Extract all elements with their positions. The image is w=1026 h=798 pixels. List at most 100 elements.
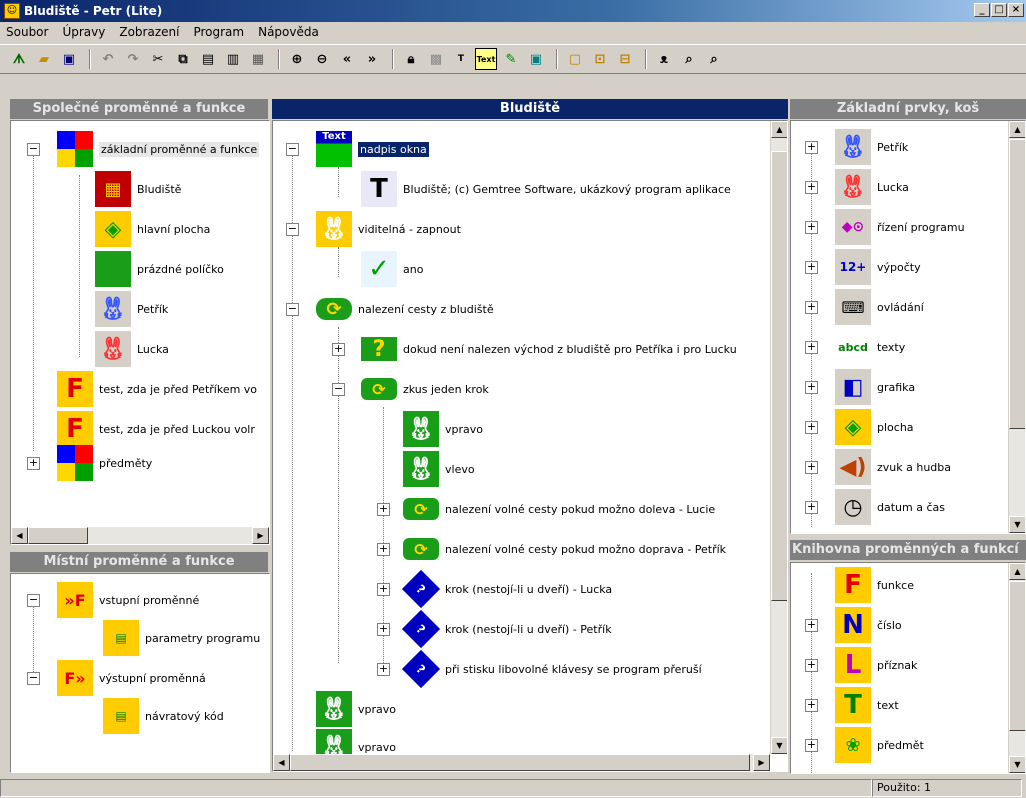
maximize-button[interactable]: □ bbox=[991, 3, 1007, 17]
right-bottom-header[interactable]: Knihovna proměnných a funkcí bbox=[790, 540, 1026, 560]
tree-item[interactable]: test, zda je před Petříkem vo bbox=[99, 383, 257, 396]
tree-item[interactable]: vpravo bbox=[358, 703, 396, 716]
tree-item[interactable]: nalezení cesty z bludiště bbox=[358, 303, 494, 316]
back-icon[interactable]: « bbox=[336, 48, 358, 70]
text-edit-icon[interactable]: Text bbox=[475, 48, 497, 70]
tree-item[interactable]: vpravo bbox=[445, 423, 483, 436]
collapse-toggle[interactable]: − bbox=[27, 594, 40, 607]
lock-key-icon[interactable]: ⊟ bbox=[614, 48, 636, 70]
tree-item[interactable]: ano bbox=[403, 263, 423, 276]
tree-item[interactable]: datum a čas bbox=[877, 501, 945, 514]
tree-item[interactable]: vlevo bbox=[445, 463, 475, 476]
center-header[interactable]: Bludiště bbox=[272, 99, 788, 119]
horizontal-scrollbar[interactable]: ◀ ▶ bbox=[273, 754, 770, 771]
tree-item[interactable]: zvuk a hudba bbox=[877, 461, 951, 474]
tree-item[interactable]: základní proměnné a funkce bbox=[99, 141, 260, 157]
zoom-in-icon[interactable]: ⊕ bbox=[286, 48, 308, 70]
tree-item[interactable]: vpravo bbox=[358, 741, 396, 754]
expand-toggle[interactable]: + bbox=[805, 181, 818, 194]
collapse-toggle[interactable]: − bbox=[286, 223, 299, 236]
close-button[interactable]: × bbox=[1008, 3, 1024, 17]
left-top-header[interactable]: Společné proměnné a funkce bbox=[10, 99, 268, 119]
open-folder-icon[interactable]: ▰ bbox=[33, 48, 55, 70]
horizontal-scrollbar[interactable]: ◀ ▶ bbox=[11, 527, 269, 544]
find-next-icon[interactable]: ⌕ bbox=[678, 48, 700, 70]
expand-toggle[interactable]: + bbox=[805, 619, 818, 632]
copy-icon[interactable]: ⧉ bbox=[172, 48, 194, 70]
tree-item[interactable]: při stisku libovolné klávesy se program … bbox=[445, 663, 702, 676]
tree-item[interactable]: text bbox=[877, 699, 899, 712]
expand-toggle[interactable]: + bbox=[805, 341, 818, 354]
expand-toggle[interactable]: + bbox=[377, 543, 390, 556]
menu-zobrazeni[interactable]: Zobrazení bbox=[119, 25, 179, 39]
tree-item[interactable]: krok (nestojí-li u dveří) - Petřík bbox=[445, 623, 612, 636]
select-all-icon[interactable]: ▦ bbox=[247, 48, 269, 70]
library-tree[interactable]: Ffunkce + Nčíslo + Lpříznak + Ttext + ❀ p… bbox=[790, 562, 1026, 774]
expand-toggle[interactable]: + bbox=[805, 301, 818, 314]
tree-item[interactable]: grafika bbox=[877, 381, 915, 394]
tree-item[interactable]: výstupní proměnná bbox=[99, 672, 206, 685]
tree-item[interactable]: parametry programu bbox=[145, 632, 260, 645]
title-bar[interactable]: ☺ Bludiště - Petr (Lite) _ □ × bbox=[0, 0, 1026, 22]
tree-item[interactable]: nalezení volné cesty pokud možno doprava… bbox=[445, 543, 726, 556]
find-prev-icon[interactable]: ⌕ bbox=[703, 48, 725, 70]
tree-item[interactable]: dokud není nalezen východ z bludiště pro… bbox=[403, 343, 737, 356]
expand-toggle[interactable]: + bbox=[377, 663, 390, 676]
collapse-toggle[interactable]: − bbox=[332, 383, 345, 396]
tree-item[interactable]: hlavní plocha bbox=[137, 223, 210, 236]
expand-toggle[interactable]: + bbox=[332, 343, 345, 356]
grid-icon[interactable]: ▩ bbox=[425, 48, 447, 70]
expand-toggle[interactable]: + bbox=[805, 221, 818, 234]
expand-toggle[interactable]: + bbox=[805, 261, 818, 274]
collapse-toggle[interactable]: − bbox=[27, 672, 40, 685]
tree-item[interactable]: řízení programu bbox=[877, 221, 965, 234]
undo-icon[interactable]: ↶ bbox=[97, 48, 119, 70]
expand-toggle[interactable]: + bbox=[805, 381, 818, 394]
tree-item[interactable]: Petřík bbox=[877, 141, 908, 154]
tree-item[interactable]: funkce bbox=[877, 579, 914, 592]
save-icon[interactable]: ▣ bbox=[58, 48, 80, 70]
tree-item[interactable]: texty bbox=[877, 341, 905, 354]
menu-napoveda[interactable]: Nápověda bbox=[258, 25, 319, 39]
redo-icon[interactable]: ↷ bbox=[122, 48, 144, 70]
tree-item-selected[interactable]: nadpis okna bbox=[358, 141, 429, 157]
run-icon[interactable]: ᗑ bbox=[8, 48, 30, 70]
tree-item[interactable]: předměty bbox=[99, 457, 152, 470]
right-top-header[interactable]: Základní prvky, koš bbox=[790, 99, 1026, 119]
tree-item[interactable]: návratový kód bbox=[145, 710, 224, 723]
vertical-scrollbar[interactable]: ▲ ▼ bbox=[1008, 563, 1025, 773]
expand-toggle[interactable]: + bbox=[805, 699, 818, 712]
tree-item[interactable]: zkus jeden krok bbox=[403, 383, 489, 396]
tree-item[interactable]: výpočty bbox=[877, 261, 921, 274]
vertical-scrollbar[interactable]: ▲ ▼ bbox=[1008, 121, 1025, 533]
expand-toggle[interactable]: + bbox=[805, 461, 818, 474]
tree-item[interactable]: plocha bbox=[877, 421, 914, 434]
basic-elements-tree[interactable]: + 🐰︎ Petřík + 🐰︎ Lucka + ◆⊙ řízení programu… bbox=[790, 120, 1026, 534]
vertical-scrollbar[interactable]: ▲ ▼ bbox=[770, 121, 787, 754]
tree-item[interactable]: ovládání bbox=[877, 301, 924, 314]
collapse-toggle[interactable]: − bbox=[286, 303, 299, 316]
tree-item[interactable]: prázdné políčko bbox=[137, 263, 224, 276]
expand-toggle[interactable]: + bbox=[805, 421, 818, 434]
edit-icon[interactable]: ✎ bbox=[500, 48, 522, 70]
tree-item[interactable]: Bludiště bbox=[137, 183, 181, 196]
tree-item[interactable]: Petřík bbox=[137, 303, 168, 316]
text-small-icon[interactable]: T bbox=[450, 48, 472, 70]
tree-item[interactable]: viditelná - zapnout bbox=[358, 223, 461, 236]
tree-item[interactable]: Bludiště; (c) Gemtree Software, ukázkový… bbox=[403, 183, 731, 196]
board-icon[interactable]: ▣ bbox=[525, 48, 547, 70]
minimize-button[interactable]: _ bbox=[974, 3, 990, 17]
menu-upravy[interactable]: Úpravy bbox=[62, 25, 105, 39]
expand-toggle[interactable]: + bbox=[377, 583, 390, 596]
paste-icon[interactable]: ▤ bbox=[197, 48, 219, 70]
delete-icon[interactable]: ▥ bbox=[222, 48, 244, 70]
tree-item[interactable]: test, zda je před Luckou volr bbox=[99, 423, 255, 436]
tree-item[interactable]: předmět bbox=[877, 739, 924, 752]
lock-icon[interactable]: 🔒︎ bbox=[400, 48, 422, 70]
cut-icon[interactable]: ✂ bbox=[147, 48, 169, 70]
tree-item[interactable]: nalezení volné cesty pokud možno doleva … bbox=[445, 503, 715, 516]
expand-toggle[interactable]: + bbox=[27, 457, 40, 470]
tree-item[interactable]: Lucka bbox=[877, 181, 909, 194]
left-bottom-header[interactable]: Místní proměnné a funkce bbox=[10, 552, 268, 572]
expand-toggle[interactable]: + bbox=[377, 623, 390, 636]
